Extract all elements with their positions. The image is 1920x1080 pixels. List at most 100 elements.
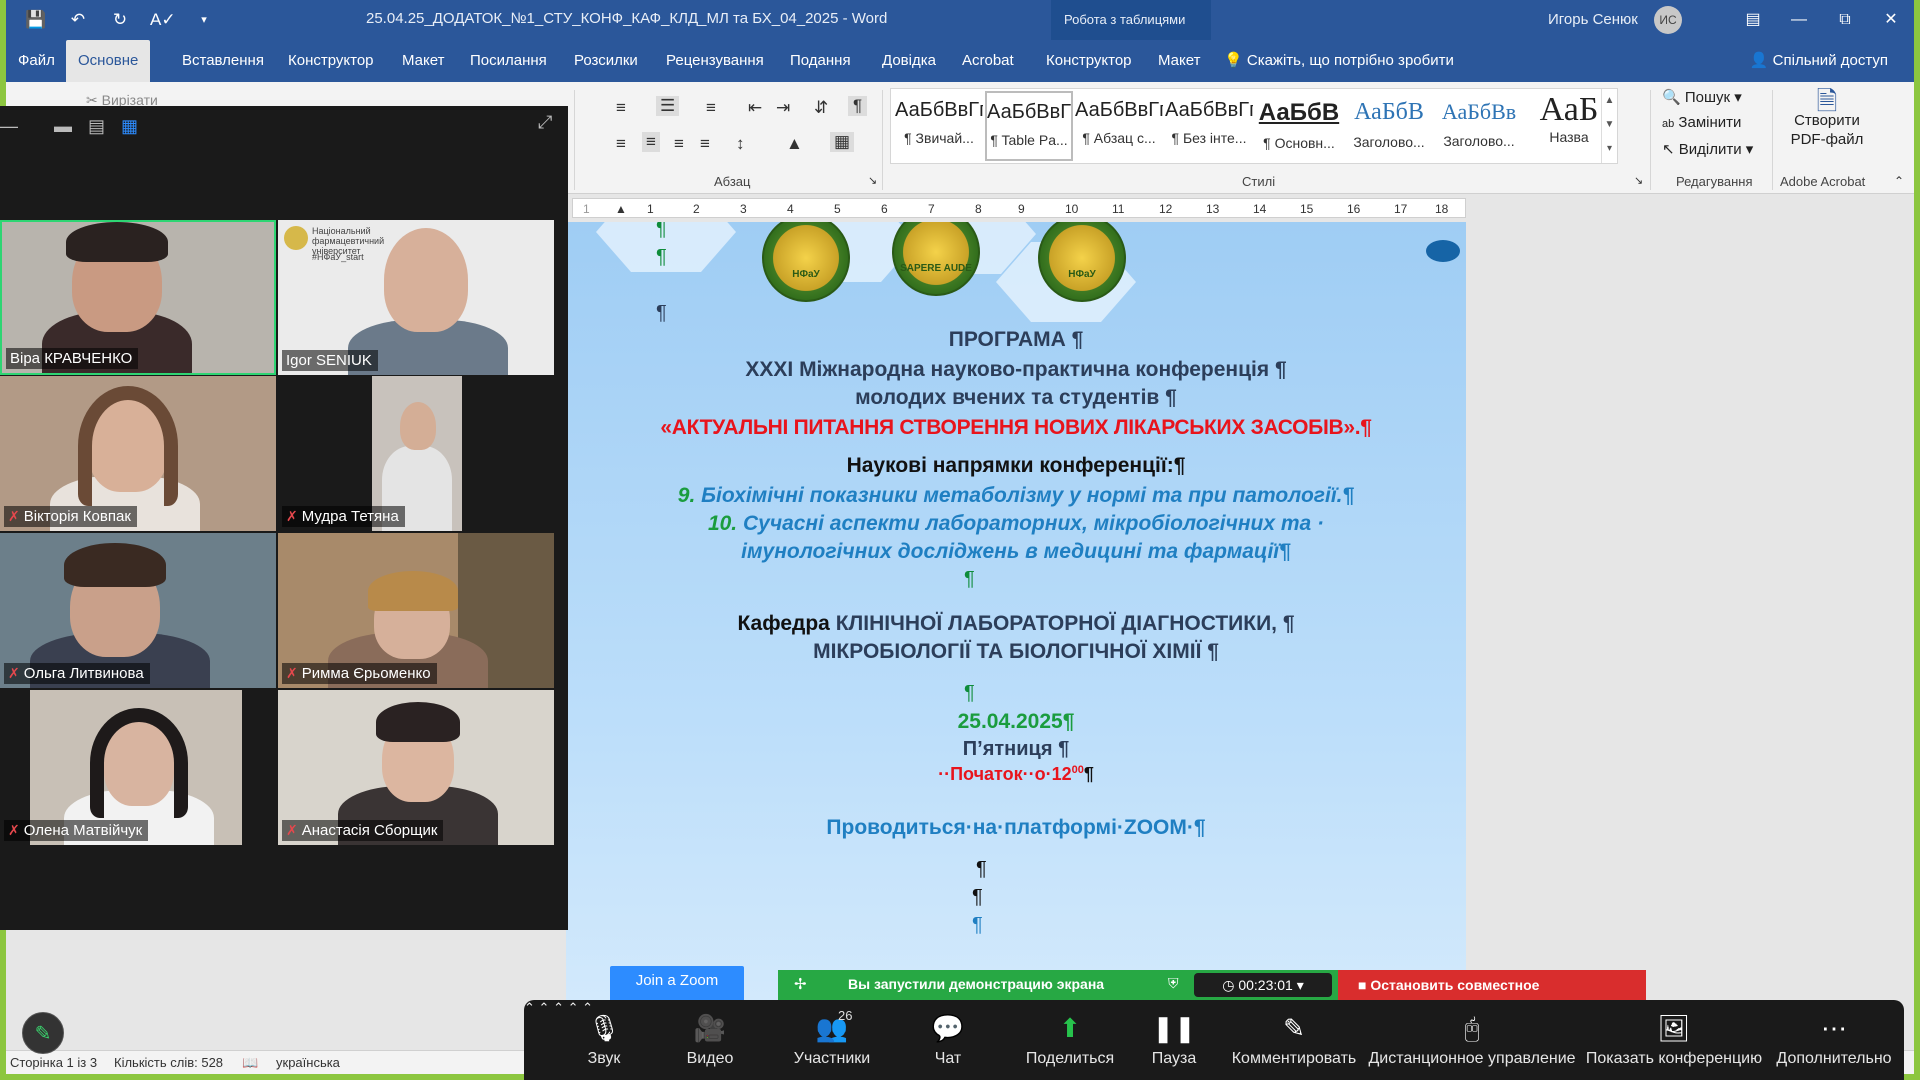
participant-name-label: Олена Матвійчук (23, 822, 143, 839)
tab-help[interactable]: Довідка (870, 40, 948, 82)
expand-icon[interactable]: ⤢ (538, 112, 552, 133)
participant-video (384, 228, 468, 332)
align-center-icon[interactable]: ≡ (642, 132, 660, 152)
participant-tile[interactable]: ✗ Ольга Литвинова (0, 533, 276, 688)
tab-view[interactable]: Подання (778, 40, 863, 82)
collapse-ribbon-icon[interactable]: ⌃ (1894, 174, 1904, 188)
speaker-view-icon[interactable]: ▬ (54, 116, 72, 137)
tab-acrobat[interactable]: Acrobat (950, 40, 1026, 82)
tab-insert[interactable]: Вставлення (170, 40, 276, 82)
ribbon-display-icon[interactable]: ▤ (1730, 0, 1776, 40)
style-heading-2[interactable]: АаБбВв Заголово... (1435, 91, 1523, 161)
align-left-icon[interactable]: ≡ (616, 134, 626, 154)
user-name[interactable]: Игорь Сенюк (1548, 11, 1638, 28)
audio-options-icon[interactable]: ⌃ (524, 1000, 535, 1015)
increase-indent-icon[interactable]: ⇥ (776, 98, 790, 118)
decrease-indent-icon[interactable]: ⇤ (748, 98, 762, 118)
editing-group-label: Редагування (1676, 174, 1753, 189)
numbering-icon[interactable]: ☰ (656, 96, 680, 116)
document-page[interactable]: НФаУ SAPERE AUDE НФаУ ¶ ¶ ¶ ПРОГРАМА ¶ X… (566, 222, 1466, 1050)
style-list-paragraph[interactable]: АаБбВвГг ¶ Абзац с... (1075, 91, 1163, 161)
shading-icon[interactable]: ▲ (786, 134, 803, 154)
chat-button[interactable]: 💬 Чат (898, 1000, 998, 1080)
undo-icon[interactable]: ↶ (66, 8, 90, 32)
multilevel-list-icon[interactable]: ≡ (706, 98, 716, 118)
tab-table-design[interactable]: Конструктор (1034, 40, 1144, 82)
align-right-icon[interactable]: ≡ (674, 134, 684, 154)
close-icon[interactable]: ✕ (1868, 0, 1914, 40)
tab-table-layout[interactable]: Макет (1146, 40, 1212, 82)
style-main[interactable]: АаБбВ ¶ Основн... (1255, 91, 1343, 161)
annotate-button[interactable]: ✎ Комментировать (1224, 1000, 1364, 1080)
customize-qat-icon[interactable]: ▾ (192, 8, 216, 32)
sort-icon[interactable]: ⇵ (814, 98, 828, 118)
bullets-icon[interactable]: ≡ (616, 98, 626, 118)
share-screen-button[interactable]: ⬆ Поделиться (1010, 1000, 1130, 1080)
page-count[interactable]: Сторінка 1 із 3 (10, 1055, 97, 1070)
tab-design[interactable]: Конструктор (276, 40, 386, 82)
tab-layout[interactable]: Макет (390, 40, 456, 82)
gallery-view-icon[interactable]: ▦ (121, 116, 138, 137)
paragraph-launcher-icon[interactable]: ↘ (868, 174, 877, 187)
restore-icon[interactable]: ⧉ (1822, 0, 1868, 40)
redo-icon[interactable]: ↻ (108, 8, 132, 32)
avatar[interactable]: ИС (1654, 6, 1682, 34)
styles-launcher-icon[interactable]: ↘ (1634, 174, 1643, 187)
indent-marker-icon[interactable]: ▲ (615, 202, 627, 216)
participant-tile[interactable]: ✗ Мудра Тетяна (278, 376, 554, 531)
style-table-paragraph[interactable]: АаБбВвГг ¶ Table Pa... (985, 91, 1073, 161)
video-options-icon[interactable]: ⌃ (539, 1000, 550, 1015)
stop-share-button[interactable]: ■ Остановить совместное использование (1338, 970, 1646, 1023)
style-heading-1[interactable]: АаБбВ Заголово... (1345, 91, 1433, 161)
create-pdf-button[interactable]: 🗎 Створити PDF-файл (1782, 88, 1872, 149)
justify-icon[interactable]: ≡ (700, 134, 710, 154)
tab-home[interactable]: Основне (66, 40, 151, 82)
tab-file[interactable]: Файл (6, 40, 67, 82)
line-spacing-icon[interactable]: ↕ (736, 134, 745, 154)
shield-icon[interactable]: ⛨ (1168, 975, 1179, 992)
participant-tile[interactable]: Національний фармацевтичний університет … (278, 220, 554, 375)
minimize-icon[interactable]: — (0, 116, 18, 137)
style-title[interactable]: АаБ Назва (1525, 91, 1613, 161)
participant-name: ✗ Мудра Тетяна (282, 506, 405, 527)
styles-scroll[interactable]: ▲ ▼ ▾ (1601, 89, 1617, 163)
participant-name: Igor SENIUK (282, 350, 378, 371)
more-button[interactable]: ⋯ Дополнительно (1772, 1000, 1896, 1080)
tab-mailings[interactable]: Розсилки (562, 40, 650, 82)
style-name: Заголово... (1353, 134, 1425, 150)
language[interactable]: українська (276, 1055, 340, 1070)
remote-control-button[interactable]: 🖰 Дистанционное управление (1366, 1000, 1578, 1080)
spelling-icon[interactable]: A✓ (150, 8, 176, 32)
style-no-spacing[interactable]: АаБбВвГг ¶ Без інте... (1165, 91, 1253, 161)
word-count[interactable]: Кількість слів: 528 (114, 1055, 223, 1070)
drag-handle-icon[interactable]: ✢ (794, 975, 807, 993)
show-marks-icon[interactable]: ¶ (848, 96, 868, 116)
video-button[interactable]: 🎥 Видео (660, 1000, 760, 1080)
participant-tile[interactable]: ✗ Римма Єрьоменко (278, 533, 554, 688)
share-timer[interactable]: ◷ 00:23:01 ▾ (1194, 973, 1332, 997)
save-icon[interactable]: 💾 (24, 8, 48, 32)
show-conference-button[interactable]: 🖼 Показать конференцию (1584, 1000, 1764, 1080)
tell-me-search[interactable]: 💡 Скажіть, що потрібно зробити (1224, 40, 1454, 82)
participants-button[interactable]: 👥 Участники (772, 1000, 892, 1080)
find-button[interactable]: 🔍 Пошук ▾ (1662, 88, 1742, 106)
annotate-pen-icon[interactable]: ✎ (22, 1012, 64, 1054)
select-button[interactable]: ↖ Виділити ▾ (1662, 140, 1753, 158)
share-status-bar[interactable]: ✢ Вы запустили демонстрацию экрана ⛨ ◷ 0… (778, 970, 1646, 1023)
tab-review[interactable]: Рецензування (654, 40, 776, 82)
participant-tile[interactable]: ✗ Олена Матвійчук (0, 690, 276, 845)
style-normal[interactable]: АаБбВвГг ¶ Звичай... (895, 91, 983, 161)
participant-tile[interactable]: ✗ Анастасія Сборщик (278, 690, 554, 845)
join-zoom-button[interactable]: Join a Zoom (610, 966, 744, 1002)
share-button[interactable]: 👤 Спільний доступ (1750, 40, 1888, 82)
tab-references[interactable]: Посилання (458, 40, 559, 82)
minimize-icon[interactable]: — (1776, 0, 1822, 40)
participant-tile[interactable]: Віра КРАВЧЕНКО (0, 220, 276, 375)
strip-view-icon[interactable]: ▤ (88, 116, 105, 137)
participant-tile[interactable]: ✗ Вікторія Ковпак (0, 376, 276, 531)
pause-share-button[interactable]: ❚❚ Пауза (1124, 1000, 1224, 1080)
replace-button[interactable]: ab Замінити (1662, 114, 1741, 131)
borders-icon[interactable]: ▦ (830, 132, 855, 152)
audio-button[interactable]: 🎙 Звук (554, 1000, 654, 1080)
proofing-icon[interactable]: 📖 (242, 1055, 258, 1071)
